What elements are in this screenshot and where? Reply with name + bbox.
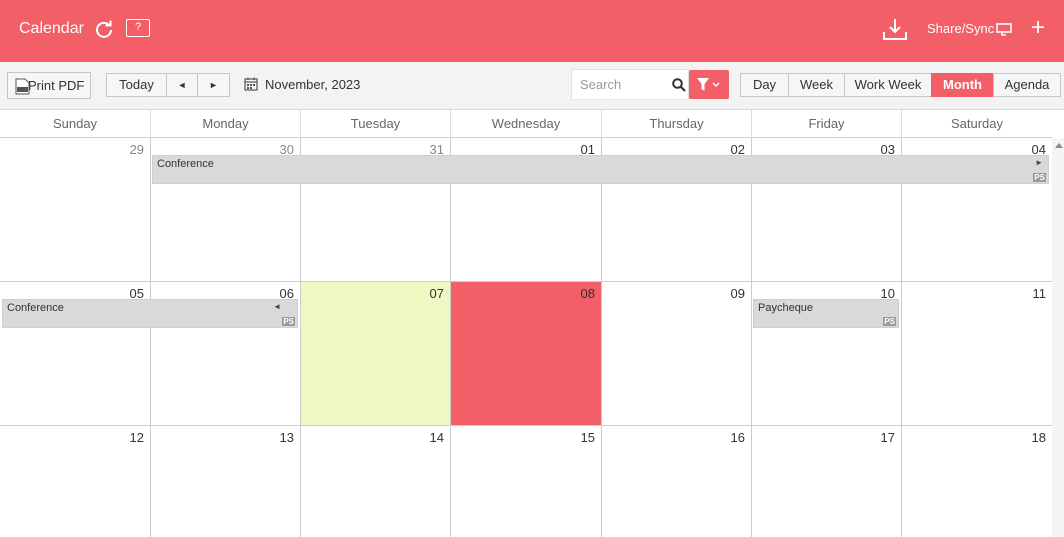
- print-pdf-button[interactable]: Print PDF: [7, 72, 91, 99]
- event-badge: PS: [282, 317, 295, 326]
- day-number: 15: [580, 430, 595, 445]
- day-number: 29: [129, 142, 144, 157]
- day-number: 09: [730, 286, 745, 301]
- day-cell-today[interactable]: 08: [450, 282, 601, 426]
- share-sync-button[interactable]: Share/Sync: [927, 21, 994, 36]
- day-cell[interactable]: 29: [0, 138, 150, 282]
- event-badge: PS: [1033, 173, 1046, 182]
- weekday-thursday: Thursday: [601, 110, 751, 138]
- refresh-icon[interactable]: [94, 19, 114, 39]
- weekday-friday: Friday: [751, 110, 901, 138]
- filter-button[interactable]: [689, 70, 729, 99]
- view-work-week-button[interactable]: Work Week: [844, 73, 932, 97]
- download-icon[interactable]: [882, 17, 908, 41]
- view-month-button[interactable]: Month: [931, 73, 994, 97]
- day-number: 16: [730, 430, 745, 445]
- day-cell[interactable]: 09: [601, 282, 751, 426]
- weekday-saturday: Saturday: [901, 110, 1052, 138]
- weekday-wednesday: Wednesday: [450, 110, 601, 138]
- filter-icon: [697, 78, 720, 91]
- add-event-button[interactable]: +: [1031, 16, 1045, 40]
- day-number: 11: [1032, 286, 1047, 301]
- weekday-tuesday: Tuesday: [300, 110, 450, 138]
- event-paycheque[interactable]: Paycheque PS: [753, 299, 899, 328]
- day-cell[interactable]: 17: [751, 426, 901, 537]
- today-button[interactable]: Today: [106, 73, 167, 97]
- day-number: 13: [279, 430, 294, 445]
- weekday-monday: Monday: [150, 110, 300, 138]
- event-conference[interactable]: Conference ► PS: [152, 155, 1049, 184]
- current-month-label[interactable]: November, 2023: [265, 77, 360, 92]
- view-day-button[interactable]: Day: [740, 73, 789, 97]
- weekday-header: Sunday Monday Tuesday Wednesday Thursday…: [0, 110, 1052, 138]
- day-number: 17: [880, 430, 895, 445]
- day-cell[interactable]: 11: [901, 282, 1052, 426]
- day-cell-selected[interactable]: 07: [300, 282, 450, 426]
- continues-left-icon: ◄: [273, 302, 281, 311]
- continues-right-icon: ►: [1035, 158, 1043, 167]
- prev-month-button[interactable]: ◄: [166, 73, 198, 97]
- day-number: 07: [429, 286, 444, 301]
- day-cell[interactable]: 14: [300, 426, 450, 537]
- view-week-button[interactable]: Week: [788, 73, 845, 97]
- next-month-button[interactable]: ►: [197, 73, 230, 97]
- sync-icon[interactable]: [996, 22, 1012, 36]
- event-badge: PS: [883, 317, 896, 326]
- day-number: 08: [580, 286, 595, 301]
- toolbar: Print PDF Today ◄ ► November, 2023 Day W…: [0, 62, 1064, 110]
- day-cell[interactable]: 12: [0, 426, 150, 537]
- app-title: Calendar: [19, 20, 84, 37]
- print-pdf-label: Print PDF: [28, 78, 85, 93]
- weekday-sunday: Sunday: [52, 116, 98, 131]
- event-title: Paycheque: [758, 302, 814, 314]
- scroll-up-icon[interactable]: [1055, 143, 1063, 148]
- day-cell[interactable]: 16: [601, 426, 751, 537]
- search-box: [571, 69, 689, 100]
- day-number: 18: [1031, 430, 1046, 445]
- day-number: 14: [429, 430, 444, 445]
- event-conference[interactable]: Conference ◄ PS: [2, 299, 298, 328]
- help-icon[interactable]: ?: [126, 19, 150, 37]
- day-cell[interactable]: 13: [150, 426, 300, 537]
- day-number: 12: [129, 430, 144, 445]
- event-title: Conference: [157, 158, 214, 170]
- search-input[interactable]: [580, 77, 668, 92]
- app-header: Calendar ? Share/Sync +: [0, 0, 1064, 62]
- pdf-icon: [15, 78, 30, 95]
- day-cell[interactable]: 15: [450, 426, 601, 537]
- calendar-icon[interactable]: [244, 77, 258, 91]
- day-cell[interactable]: 18: [901, 426, 1052, 537]
- search-icon[interactable]: [672, 78, 686, 92]
- view-agenda-button[interactable]: Agenda: [993, 73, 1061, 97]
- event-title: Conference: [7, 302, 64, 314]
- calendar-scrollbar[interactable]: [1052, 138, 1064, 537]
